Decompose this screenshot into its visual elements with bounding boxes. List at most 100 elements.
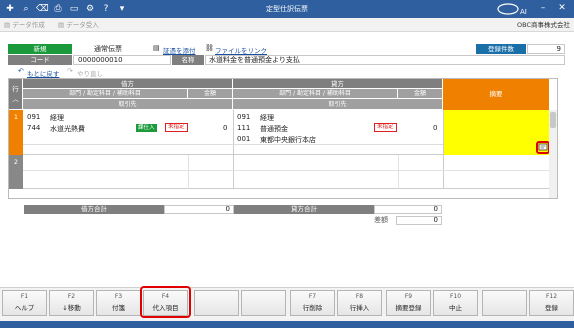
status-new-badge: 新規 [8, 44, 72, 54]
debit-partner-header: 取引先 [23, 99, 233, 110]
debit-credit-divider [233, 155, 234, 189]
code-label: コード [8, 55, 72, 65]
scrollbar-thumb[interactable] [550, 112, 556, 128]
close-icon[interactable]: ✕ [555, 2, 569, 15]
amount-divider [398, 155, 399, 189]
window-title: 定型仕訳伝票 [266, 5, 308, 13]
fkey-f9-button[interactable]: F9 摘要登録 [386, 290, 431, 316]
debit-dept-code: 091 [27, 113, 41, 121]
credit-dept-name: 経理 [260, 114, 274, 122]
debit-account-code: 744 [27, 124, 41, 132]
memo-cell[interactable] [443, 110, 549, 155]
credit-partner-header: 取引先 [233, 99, 443, 110]
debit-amount-value: 0 [223, 124, 228, 132]
fkey-f7-button[interactable]: F7 行削除 [290, 290, 335, 316]
data-create-label: データ作成 [12, 21, 45, 29]
row-1-header[interactable]: 1 [9, 110, 23, 155]
debit-account-name: 水道光熱費 [50, 125, 85, 133]
data-create-button[interactable]: ▤ データ作成 [4, 20, 45, 30]
fkey-action-label: ↓移動 [62, 304, 81, 312]
document-icon: ▤ [153, 44, 160, 52]
credit-account-name: 普通預金 [260, 125, 288, 133]
fkey-action-label: 行挿入 [349, 304, 370, 312]
minimize-icon[interactable]: – [536, 2, 550, 15]
name-input[interactable]: 水道料金を普通預金より支払 [205, 55, 565, 65]
f4-highlight-frame [140, 286, 191, 318]
fkey-key-label: F1 [20, 293, 29, 300]
credit-account-code: 111 [237, 124, 251, 132]
debit-amount-header: 金額 [188, 89, 233, 99]
grid-scrollbar[interactable] [549, 110, 557, 198]
fkey-action-label: 中止 [449, 304, 462, 312]
slip-type-label: 通常伝票 [94, 45, 122, 53]
fkey-f12-button[interactable]: F12 登録 [529, 290, 574, 316]
debit-credit-divider [233, 110, 234, 155]
fkey-action-label: 行削除 [302, 304, 323, 312]
difference-label: 差額 [374, 216, 388, 224]
status-bar [0, 321, 574, 328]
redo-link: やり直し [77, 70, 103, 78]
fkey-key-label: F12 [545, 293, 558, 300]
amount-divider [188, 155, 189, 189]
fkey-action-label: 登録 [545, 304, 558, 312]
fkey-f8-button[interactable]: F8 行挿入 [337, 290, 382, 316]
credit-amount-unspecified-badge: 未指定 [374, 123, 397, 132]
difference-value: 0 [396, 216, 442, 225]
fkey-key-label: F9 [404, 293, 413, 300]
credit-sub-code: 001 [237, 135, 251, 143]
row-divider [23, 144, 443, 145]
credit-amount-value: 0 [433, 124, 438, 132]
memo-edit-button[interactable] [536, 141, 550, 154]
fkey-action-label: ヘルプ [14, 304, 35, 312]
company-name: OBC商事株式会社 [517, 21, 570, 29]
undo-icon: ↶ [18, 67, 24, 75]
debit-total-value: 0 [164, 205, 234, 214]
svg-text:AI: AI [520, 8, 527, 16]
debit-amount-unspecified-badge: 未指定 [165, 123, 188, 132]
row-divider [23, 170, 549, 171]
count-value: 9 [527, 44, 565, 54]
credit-sub-name: 東都中央銀行本店 [260, 136, 316, 144]
redo-icon: ↷ [67, 67, 73, 75]
credit-total-label: 貸方合計 [234, 205, 374, 214]
fkey-f1-button[interactable]: F1 ヘルプ [2, 290, 47, 316]
fkey-key-label: F10 [449, 293, 462, 300]
fkey-empty-button [194, 290, 239, 316]
collapse-chevron-icon[interactable]: ︿ [12, 95, 19, 103]
fkey-f3-button[interactable]: F3 付箋 [96, 290, 141, 316]
fkey-key-label: F8 [355, 293, 364, 300]
tax-category-badge: 課仕入 [136, 124, 157, 132]
debit-total-label: 借方合計 [24, 205, 164, 214]
fkey-key-label: F2 [67, 293, 76, 300]
memo-divider [443, 155, 444, 189]
secondary-toolbar: ▤ データ作成 ▤ データ受入 OBC商事株式会社 [0, 18, 574, 32]
memo-note-icon [538, 143, 548, 151]
link-icon: ⛓ [205, 44, 214, 52]
undo-link[interactable]: もとに戻す [27, 68, 59, 78]
fkey-empty-button [241, 290, 286, 316]
fkey-f10-button[interactable]: F10 中止 [433, 290, 478, 316]
credit-total-value: 0 [374, 205, 442, 214]
fkey-action-label: 摘要登録 [395, 304, 422, 312]
attach-evidence-link[interactable]: 証憑を添付 [163, 45, 196, 55]
row-2-header[interactable]: 2 [9, 155, 23, 189]
credit-header: 貸方 [233, 79, 443, 89]
data-receive-button[interactable]: ▤ データ受入 [58, 20, 99, 30]
count-label: 登録件数 [476, 44, 526, 54]
data-receive-label: データ受入 [66, 21, 99, 29]
table-row[interactable] [23, 155, 549, 189]
fkey-key-label: F3 [114, 293, 123, 300]
title-bar: ✚ ⌕ ⌫ ⎙ ▭ ⚙ ? ▾ 定型仕訳伝票 AI – ✕ [0, 0, 574, 18]
fkey-f2-button[interactable]: F2 ↓移動 [49, 290, 94, 316]
debit-subheader: 部門 / 勘定科目 / 補助科目 [23, 89, 188, 99]
debit-header: 借方 [23, 79, 233, 89]
row-column-header[interactable]: 行 ︿ [9, 79, 23, 110]
credit-amount-header: 金額 [398, 89, 443, 99]
debit-dept-name: 経理 [50, 114, 64, 122]
link-file-link[interactable]: ファイルをリンク [215, 45, 267, 55]
credit-dept-code: 091 [237, 113, 251, 121]
credit-subheader: 部門 / 勘定科目 / 補助科目 [233, 89, 398, 99]
name-label: 名称 [172, 55, 204, 65]
code-input[interactable]: 0000000010 [73, 55, 171, 65]
memo-header: 摘要 [443, 79, 549, 110]
